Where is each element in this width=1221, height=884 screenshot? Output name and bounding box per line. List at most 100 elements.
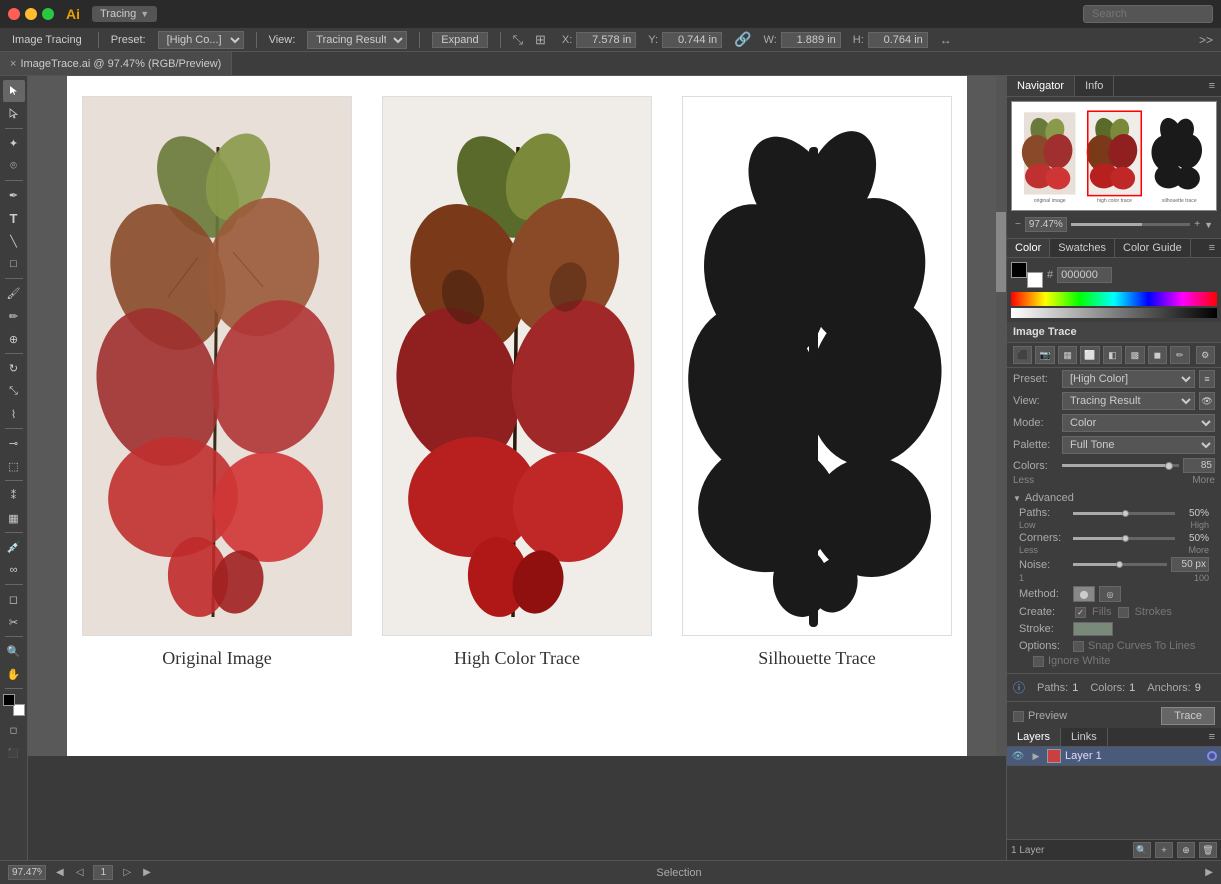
trace-palette-dropdown[interactable]: Full Tone <box>1062 436 1215 454</box>
layers-panel-menu-btn[interactable]: ≡ <box>1203 728 1221 746</box>
line-tool[interactable]: ╲ <box>3 230 25 252</box>
trace-view-eye-btn[interactable]: 👁 <box>1199 392 1215 410</box>
snap-curves-checkbox[interactable] <box>1073 641 1084 652</box>
constrain-icon[interactable]: ↔ <box>940 33 952 47</box>
tab-layers[interactable]: Layers <box>1007 728 1061 746</box>
method-btn-1[interactable]: ⬤ <box>1073 586 1095 602</box>
trace-photo-btn[interactable]: 📷 <box>1035 346 1054 364</box>
maximize-btn[interactable] <box>42 8 54 20</box>
tab-navigator[interactable]: Navigator <box>1007 76 1075 96</box>
h-input[interactable] <box>868 32 928 48</box>
shape-tool[interactable]: □ <box>3 253 25 275</box>
trace-mode-dropdown[interactable]: Color <box>1062 414 1215 432</box>
ignore-white-checkbox[interactable] <box>1033 656 1044 667</box>
zoom-tool[interactable]: 🔍 <box>3 640 25 662</box>
layers-add-btn[interactable]: 🔍 <box>1133 842 1151 858</box>
w-input[interactable] <box>781 32 841 48</box>
panel-menu-btn[interactable]: ≡ <box>1203 76 1221 96</box>
tab-info[interactable]: Info <box>1075 76 1114 96</box>
tab-color-guide[interactable]: Color Guide <box>1115 239 1191 257</box>
menu-image-tracing[interactable]: Image Tracing <box>8 32 86 48</box>
nav-collapse-btn[interactable]: ▼ <box>1204 220 1213 230</box>
next-btn[interactable]: ▷ <box>121 867 133 878</box>
minimize-btn[interactable] <box>25 8 37 20</box>
canvas-area[interactable]: Original Image <box>28 76 1006 756</box>
trace-preset-dropdown[interactable]: [High Color] <box>1062 370 1195 388</box>
status-zoom-input[interactable] <box>8 865 46 880</box>
method-btn-2[interactable]: ◎ <box>1099 586 1121 602</box>
workspace-chevron-icon[interactable]: ▼ <box>140 9 149 19</box>
trace-silhouette-btn[interactable]: ◼ <box>1148 346 1167 364</box>
colors-slider-thumb[interactable] <box>1165 462 1173 470</box>
color-spectrum[interactable] <box>1011 292 1217 306</box>
x-input[interactable] <box>576 32 636 48</box>
screen-mode-btn[interactable]: ⬛ <box>3 742 25 764</box>
next-page-btn[interactable]: ▶ <box>141 867 153 878</box>
stroke-color-swatch[interactable] <box>1073 622 1113 636</box>
layers-panel-btn[interactable]: ⊕ <box>1177 842 1195 858</box>
blob-brush-tool[interactable]: ⊕ <box>3 328 25 350</box>
layer-lock-btn[interactable]: ▶ <box>1029 749 1043 763</box>
direct-select-tool[interactable] <box>3 103 25 125</box>
rotate-tool[interactable]: ↻ <box>3 357 25 379</box>
trace-button[interactable]: Trace <box>1161 707 1215 725</box>
scale-tool[interactable]: ⤡ <box>3 380 25 402</box>
eyedropper-tool[interactable]: 💉 <box>3 536 25 558</box>
magic-wand-tool[interactable]: ✦ <box>3 132 25 154</box>
prev-page-btn[interactable]: ◀ <box>54 867 66 878</box>
symbol-sprayer-tool[interactable]: ⁑ <box>3 484 25 506</box>
tab-links[interactable]: Links <box>1061 728 1108 746</box>
trace-6color-btn[interactable]: ⬜ <box>1080 346 1099 364</box>
expand-button[interactable]: Expand <box>432 32 487 48</box>
noise-thumb[interactable] <box>1116 561 1123 568</box>
v-scrollbar-thumb[interactable] <box>996 212 1006 292</box>
select-tool[interactable] <box>3 80 25 102</box>
trace-auto-btn[interactable]: ⬛ <box>1013 346 1032 364</box>
fg-bg-colors[interactable] <box>1011 262 1043 288</box>
view-dropdown[interactable]: Tracing Result <box>307 31 407 49</box>
warp-tool[interactable]: ⌇ <box>3 403 25 425</box>
foreground-color-swatch[interactable] <box>1011 262 1027 278</box>
trace-line-btn[interactable]: ✏ <box>1170 346 1189 364</box>
preset-dropdown[interactable]: [High Co...] <box>158 31 244 49</box>
paths-slider[interactable] <box>1073 512 1175 515</box>
scissors-tool[interactable]: ✂ <box>3 611 25 633</box>
document-tab[interactable]: × ImageTrace.ai @ 97.47% (RGB/Preview) <box>0 52 232 75</box>
width-tool[interactable]: ⊸ <box>3 432 25 454</box>
panel-more-icon[interactable]: >> <box>1199 33 1213 47</box>
trace-manage-btn[interactable]: ⚙ <box>1196 346 1215 364</box>
close-btn[interactable] <box>8 8 20 20</box>
fill-stroke-indicator[interactable] <box>3 694 25 716</box>
trace-3color-btn[interactable]: ▦ <box>1058 346 1077 364</box>
v-scrollbar[interactable] <box>996 76 1006 756</box>
noise-value-input[interactable] <box>1171 557 1209 572</box>
fills-checkbox[interactable]: ✓ <box>1075 607 1086 618</box>
zoom-out-icon[interactable]: − <box>1015 219 1021 230</box>
blend-tool[interactable]: ∞ <box>3 559 25 581</box>
trace-view-dropdown[interactable]: Tracing Result <box>1062 392 1195 410</box>
trace-shades-btn[interactable]: ▩ <box>1125 346 1144 364</box>
y-input[interactable] <box>662 32 722 48</box>
tab-color[interactable]: Color <box>1007 239 1050 257</box>
layer-visibility-btn[interactable]: 👁 <box>1011 749 1025 763</box>
trace-preset-menu-btn[interactable]: ≡ <box>1199 370 1215 388</box>
tab-swatches[interactable]: Swatches <box>1050 239 1115 257</box>
zoom-in-icon[interactable]: + <box>1194 219 1200 230</box>
black-bar[interactable] <box>1011 308 1217 318</box>
trace-16color-btn[interactable]: ◧ <box>1103 346 1122 364</box>
eraser-tool[interactable]: ◻ <box>3 588 25 610</box>
advanced-toggle[interactable]: ▼ Advanced <box>1013 490 1215 506</box>
paintbrush-tool[interactable]: 🖌 <box>3 282 25 304</box>
hex-color-input[interactable] <box>1057 267 1112 283</box>
zoom-slider[interactable] <box>1071 223 1190 226</box>
paths-thumb[interactable] <box>1122 510 1129 517</box>
search-input[interactable] <box>1083 5 1213 23</box>
free-transform-tool[interactable]: ⬚ <box>3 455 25 477</box>
column-graph-tool[interactable]: ▦ <box>3 507 25 529</box>
strokes-checkbox[interactable] <box>1118 607 1129 618</box>
prev-btn[interactable]: ◁ <box>74 867 86 878</box>
colors-value-input[interactable] <box>1183 458 1215 473</box>
color-panel-menu-btn[interactable]: ≡ <box>1203 239 1221 257</box>
background-color-swatch[interactable] <box>1027 272 1043 288</box>
lasso-tool[interactable]: ⌾ <box>3 155 25 177</box>
